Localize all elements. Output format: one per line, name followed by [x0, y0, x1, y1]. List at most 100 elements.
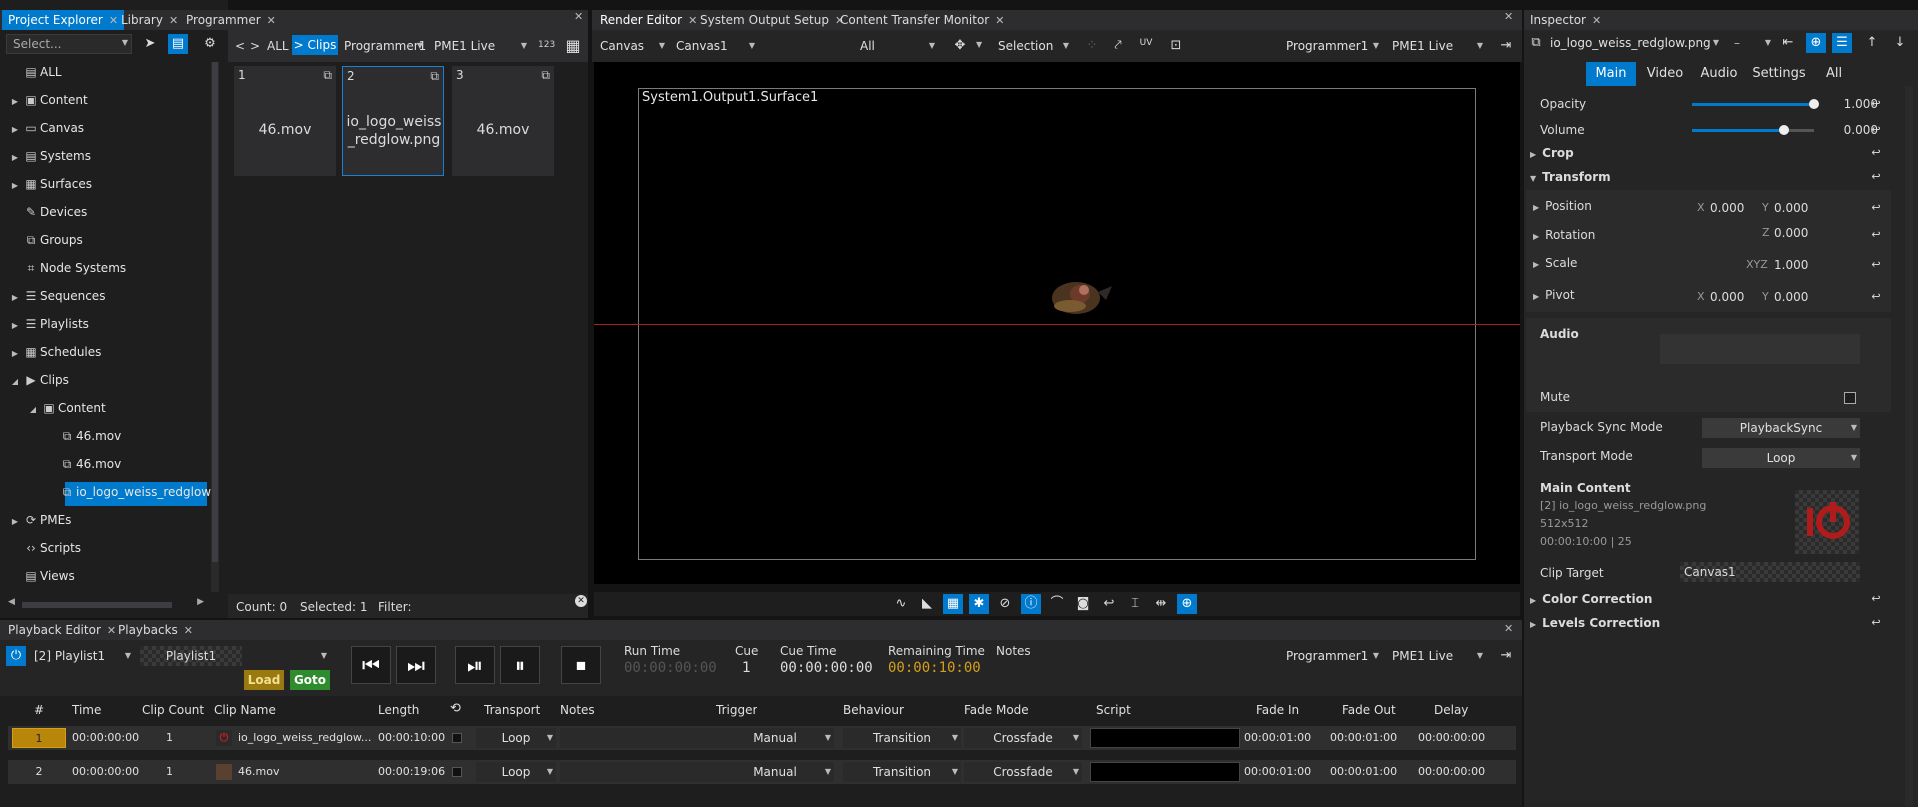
playlist-name-field[interactable]: Playlist1 — [140, 646, 242, 666]
clear-filter-icon[interactable]: ✕ — [575, 595, 587, 607]
tree-item-clip-46-mov-a[interactable]: ⧉ 46.mov — [44, 426, 122, 446]
copy-icon[interactable]: ⧉ — [323, 68, 332, 83]
column-header[interactable]: Time — [72, 703, 101, 717]
tab-library[interactable]: Library ✕ — [115, 10, 184, 30]
reset-icon[interactable]: ↩ — [1866, 287, 1886, 307]
gradient-icon[interactable]: ◣ — [917, 594, 937, 614]
script-field[interactable] — [1090, 728, 1240, 748]
crop-tool-icon[interactable]: ⊡ — [1166, 36, 1186, 56]
goto-button[interactable]: Goto — [290, 670, 330, 690]
tree-item-node-systems[interactable]: ⌗ Node Systems — [8, 258, 127, 278]
chevron-right-icon[interactable]: ▶ — [8, 316, 22, 336]
column-header[interactable]: Length — [378, 703, 419, 717]
playlist-dropdown[interactable]: ▼ — [244, 646, 330, 666]
close-icon[interactable]: ✕ — [184, 624, 193, 637]
waveform-icon[interactable]: ∿ — [891, 594, 911, 614]
pause-button[interactable]: ⏸ — [500, 646, 540, 684]
close-panel-icon[interactable]: ✕ — [1504, 10, 1513, 23]
tree-horizontal-scrollbar[interactable]: ◀ ▶ — [6, 597, 206, 610]
chevron-right-icon[interactable]: ▶ — [8, 344, 22, 364]
reset-icon[interactable]: ↩ — [1866, 94, 1886, 114]
close-icon[interactable]: ✕ — [169, 14, 178, 27]
skip-back-button[interactable]: ⏮ — [351, 646, 391, 684]
nav-forward-button[interactable]: > — [250, 39, 260, 53]
script-field[interactable] — [1090, 762, 1240, 782]
no-camera-icon[interactable]: ⊘ — [995, 594, 1015, 614]
clip-card[interactable]: 2 ⧉ io_logo_weiss_redglow.png — [342, 66, 444, 176]
tree-item-schedules[interactable]: ▶ ▦ Schedules — [8, 342, 101, 362]
playback-pme-select[interactable]: PME1 Live ▼ — [1392, 646, 1486, 666]
tab-playbacks[interactable]: Playbacks ✕ — [112, 620, 199, 640]
chevron-right-icon[interactable]: ▶ — [8, 288, 22, 308]
grid-icon[interactable]: ▦ — [563, 36, 583, 56]
position-row[interactable]: ▶ Position — [1533, 199, 1592, 213]
chevron-right-icon[interactable]: ▶ — [8, 92, 22, 112]
stop-button[interactable]: ⏹ — [561, 646, 601, 684]
snap-icon[interactable]: ⁘ — [1082, 36, 1102, 56]
color-correction-section[interactable]: ▶ Color Correction — [1530, 592, 1652, 606]
scale-row[interactable]: ▶ Scale — [1533, 256, 1577, 270]
pivot-row[interactable]: ▶ Pivot — [1533, 288, 1575, 302]
column-header[interactable]: Behaviour — [843, 703, 904, 717]
breadcrumb-clips[interactable]: > Clips — [292, 35, 338, 55]
chevron-right-icon[interactable]: ▶ — [8, 148, 22, 168]
reset-icon[interactable]: ↩ — [1866, 198, 1886, 218]
levels-correction-section[interactable]: ▶ Levels Correction — [1530, 616, 1660, 630]
behaviour-select[interactable]: Transition ▼ — [843, 728, 961, 748]
uv-icon[interactable]: UV — [1136, 36, 1156, 56]
reset-icon[interactable]: ↩ — [1866, 225, 1886, 245]
pivot-tool-icon[interactable]: ⤤ — [1108, 36, 1128, 56]
chevron-right-icon[interactable]: ▶ — [8, 120, 22, 140]
tree-item-groups[interactable]: ⧉ Groups — [8, 230, 83, 250]
undock-icon[interactable]: ⇥ — [1496, 646, 1516, 666]
reset-icon[interactable]: ↩ — [1866, 613, 1886, 633]
move-chevron-icon[interactable]: ▼ — [976, 40, 982, 49]
tree-view-icon[interactable]: ▤ — [168, 34, 188, 54]
row-checkbox[interactable] — [452, 733, 462, 743]
arrow-down-icon[interactable]: ↓ — [1890, 33, 1910, 53]
list-view-icon[interactable]: ☰ — [1832, 33, 1852, 53]
tree-item-clip-io-logo[interactable]: ⧉ io_logo_weiss_redglow — [44, 482, 211, 502]
column-header[interactable]: Delay — [1434, 703, 1468, 717]
copy-icon[interactable]: ⧉ — [430, 69, 439, 84]
subtab-all[interactable]: All — [1812, 62, 1856, 86]
subtab-video[interactable]: Video — [1640, 62, 1690, 86]
target-icon[interactable]: ⊕ — [1177, 594, 1197, 614]
fit-width-icon[interactable]: ⇹ — [1151, 594, 1171, 614]
undock-icon[interactable]: ⇥ — [1496, 36, 1516, 56]
inspector-scrollbar[interactable] — [1905, 86, 1913, 806]
close-icon[interactable]: ✕ — [995, 14, 1004, 27]
row-number[interactable]: 2 — [12, 762, 66, 782]
column-header[interactable]: Trigger — [716, 703, 757, 717]
transport-select[interactable]: Loop ▼ — [476, 728, 556, 748]
trigger-select[interactable]: Manual ▼ — [716, 728, 834, 748]
pivot-y-value[interactable]: 0.000 — [1774, 290, 1808, 304]
playlist-select[interactable]: [2] Playlist1 ▼ — [34, 646, 134, 666]
mute-checkbox[interactable] — [1844, 392, 1856, 404]
render-mode-select[interactable]: Canvas ▼ — [600, 36, 668, 56]
pivot-x-value[interactable]: 0.000 — [1710, 290, 1744, 304]
column-header[interactable]: Fade In — [1256, 703, 1299, 717]
chevron-right-icon[interactable]: ▶ — [8, 176, 22, 196]
chevron-right-icon[interactable]: ▶ — [8, 512, 22, 532]
tree-item-views[interactable]: ▤ Views — [8, 566, 74, 586]
explorer-search-input[interactable]: Select... ▼ — [6, 34, 132, 54]
tree-item-all[interactable]: ▤ ALL — [8, 62, 61, 82]
tab-programmer[interactable]: Programmer ✕ — [180, 10, 282, 30]
fade-mode-select[interactable]: Crossfade ▼ — [964, 762, 1082, 782]
volume-slider[interactable] — [1692, 125, 1814, 135]
rotation-z-value[interactable]: 0.000 — [1774, 226, 1808, 240]
tree-vertical-scrollbar[interactable] — [211, 62, 219, 592]
volume-slider-knob[interactable] — [1778, 125, 1789, 135]
content-thumbnail[interactable] — [1795, 490, 1859, 554]
scale-xyz-value[interactable]: 1.000 — [1774, 258, 1808, 272]
snapshot-icon[interactable]: ◙ — [1073, 594, 1093, 614]
reset-icon[interactable]: ↩ — [1866, 255, 1886, 275]
transport-mode-select[interactable]: Loop ▼ — [1702, 448, 1860, 468]
tree-item-sequences[interactable]: ▶ ☰ Sequences — [8, 286, 106, 308]
sync-mode-select[interactable]: PlaybackSync ▼ — [1702, 418, 1860, 438]
gear-icon[interactable]: ⚙ — [200, 34, 220, 54]
subtab-audio[interactable]: Audio — [1694, 62, 1744, 86]
position-y-value[interactable]: 0.000 — [1774, 201, 1808, 215]
transport-select[interactable]: Loop ▼ — [476, 762, 556, 782]
